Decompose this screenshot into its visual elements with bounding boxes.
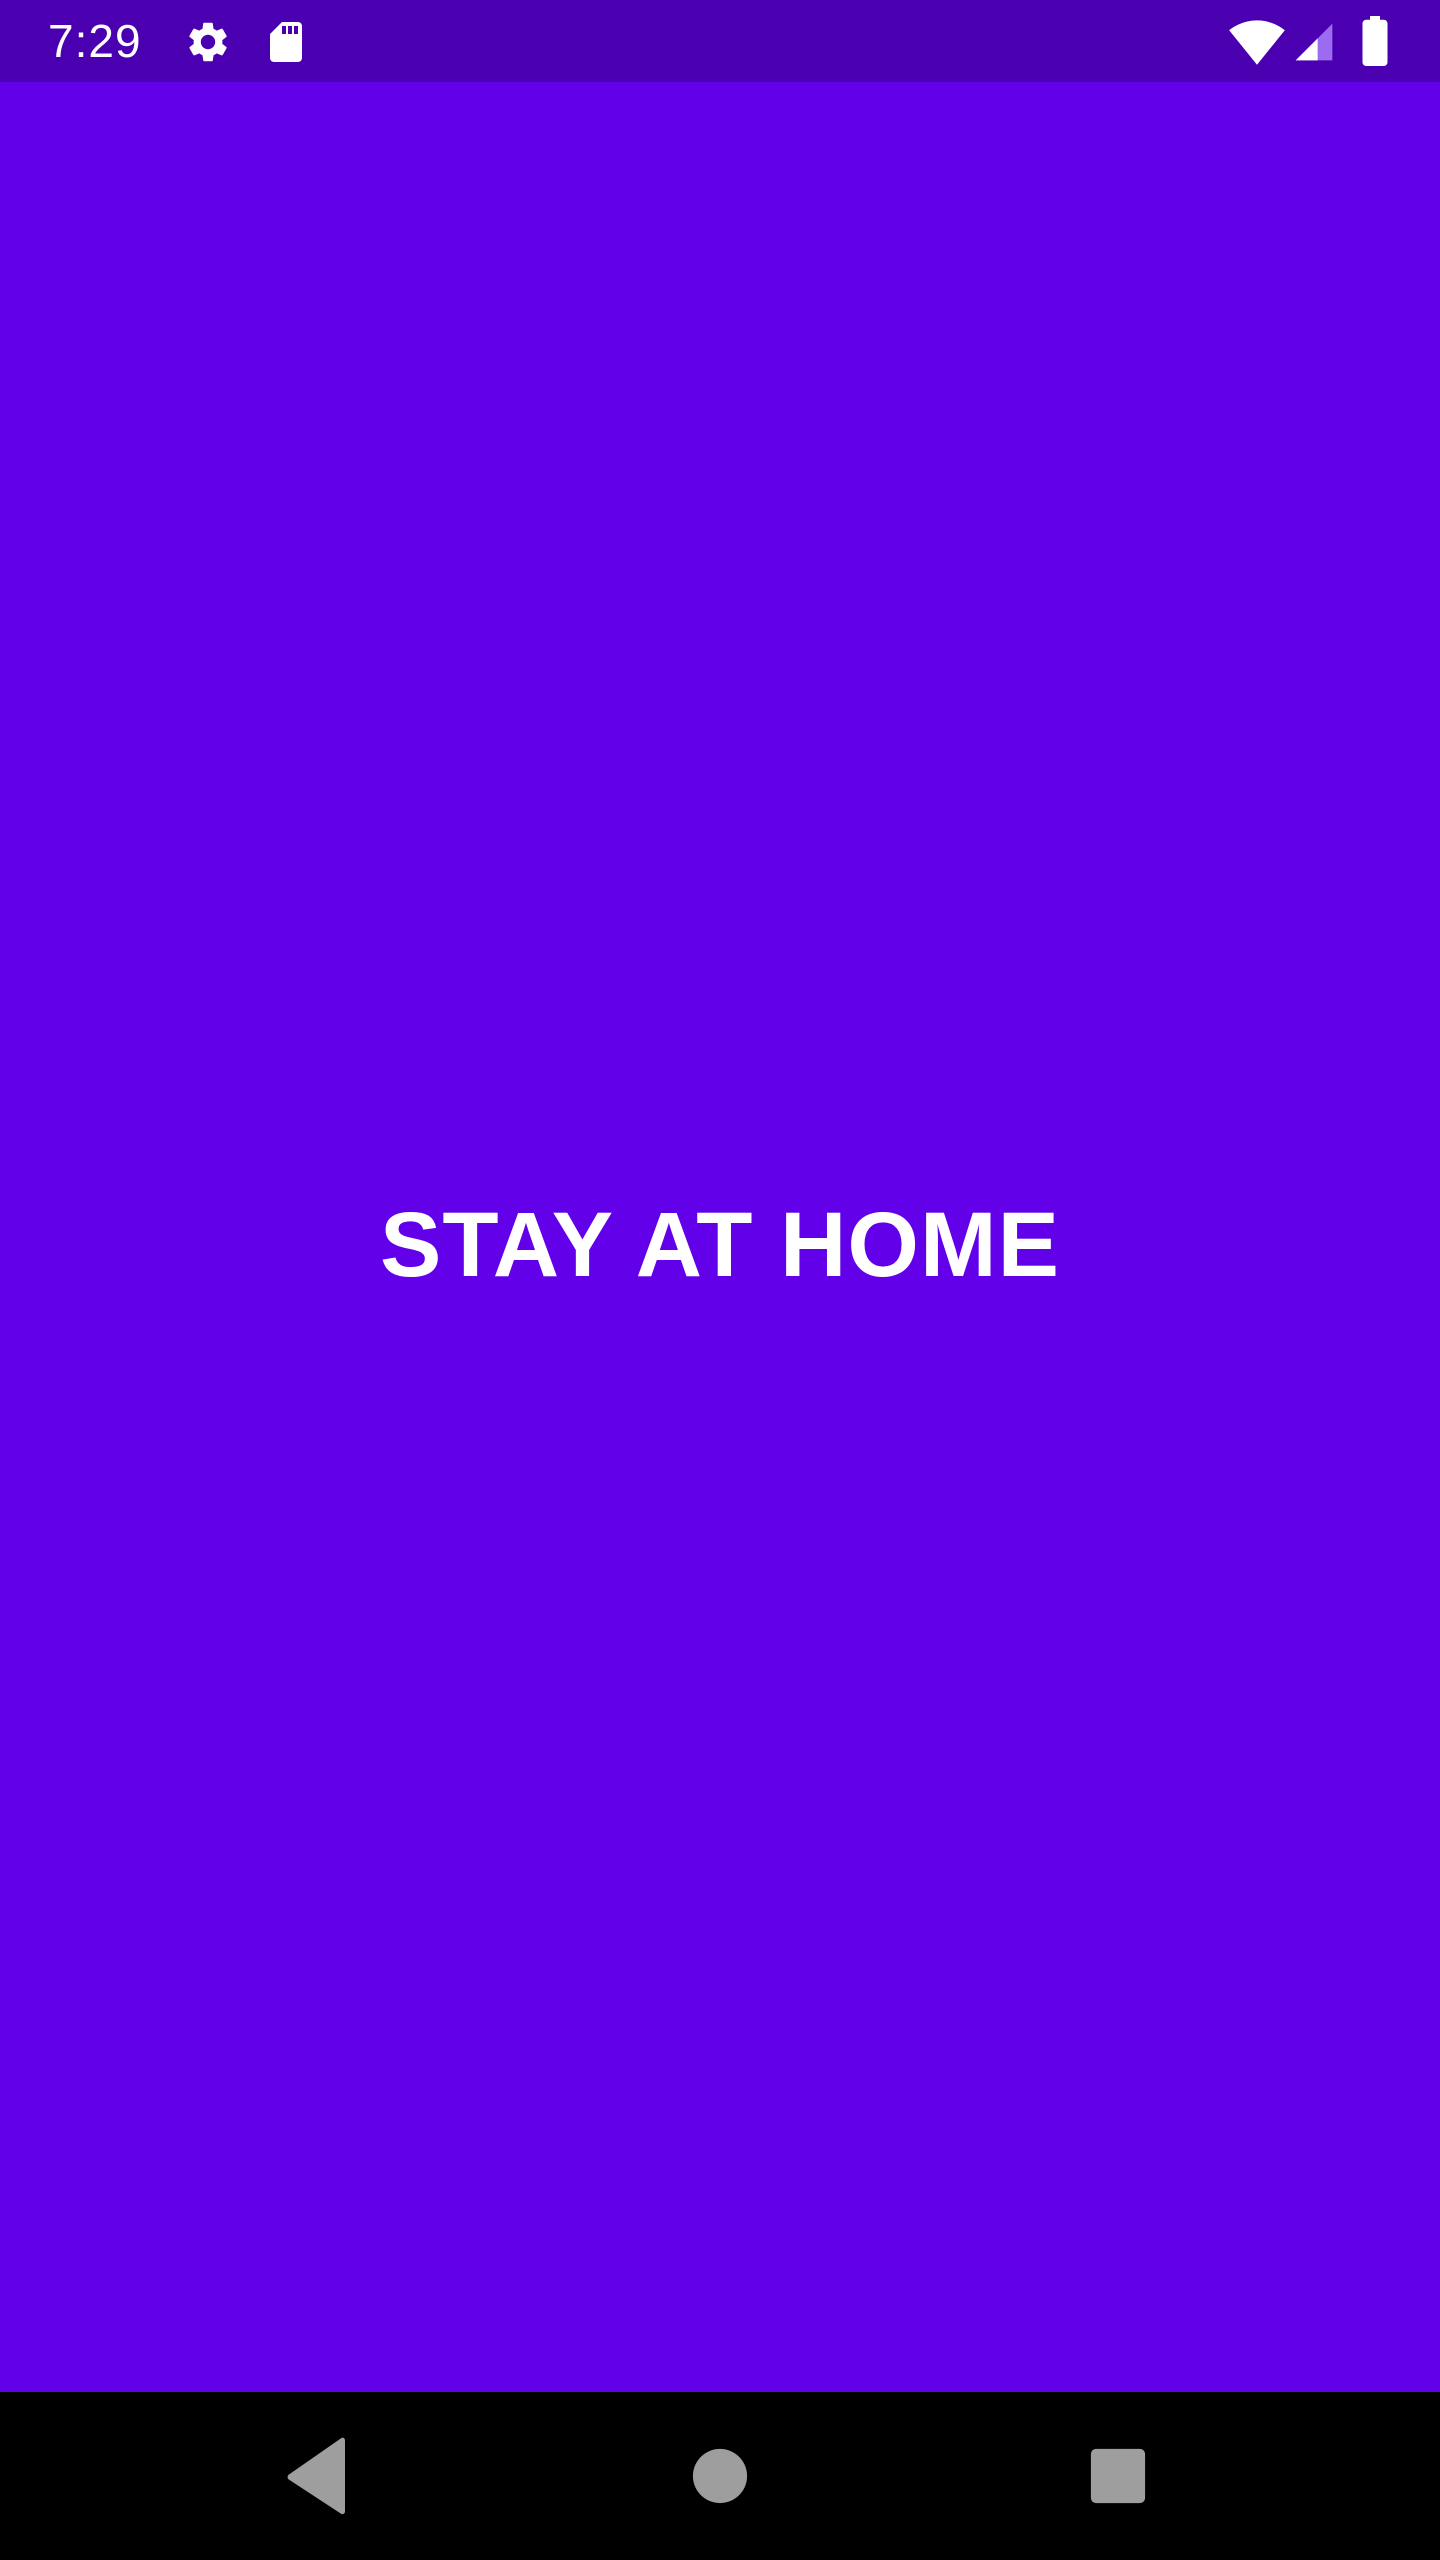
navigation-bar [0, 2392, 1440, 2560]
sd-card-icon [262, 18, 310, 66]
back-icon[interactable] [270, 2426, 370, 2526]
main-content: STAY AT HOME [0, 82, 1440, 2392]
status-bar: 7:29 [0, 0, 1440, 82]
status-time: 7:29 [48, 15, 142, 67]
recents-icon[interactable] [1068, 2426, 1168, 2526]
home-icon[interactable] [670, 2426, 770, 2526]
headline-text: STAY AT HOME [380, 1194, 1060, 1296]
app-screen: 7:29 STAY AT HOME [0, 0, 1440, 2560]
battery-icon [1360, 16, 1390, 66]
cell-signal-icon [1292, 20, 1336, 64]
wifi-icon [1228, 18, 1286, 66]
gear-icon [184, 18, 232, 66]
